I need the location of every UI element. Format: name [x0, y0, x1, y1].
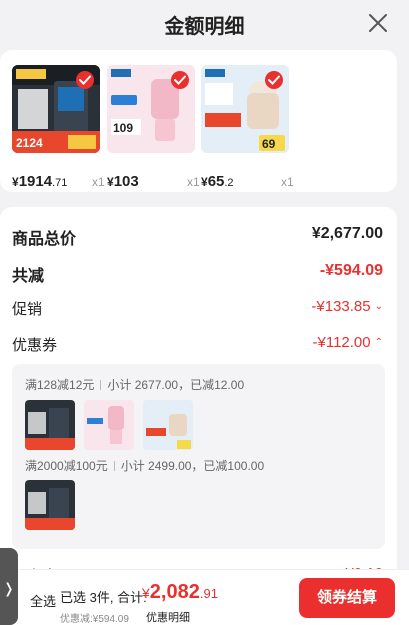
goods-total-row: 商品总价 ¥2,677.00: [12, 225, 383, 248]
product-promo-badge: 109: [113, 121, 133, 135]
product-card[interactable]: 2124 ¥1914.71 x1: [12, 65, 105, 190]
checkout-bar: 全选 已选 3件, 合计: ¥2,082.91 优惠减:¥594.09 优惠明细…: [0, 569, 409, 625]
sheet-header: 金额明细: [0, 0, 409, 50]
goods-total-label: 商品总价: [12, 231, 77, 248]
product-quantity: x1: [187, 175, 200, 189]
promo-label: 促销: [12, 301, 43, 318]
chevron-down-icon: ⌄: [374, 301, 383, 312]
selected-check-icon[interactable]: [76, 71, 94, 89]
coupon-item-thumbnail: [25, 480, 75, 530]
coupon-rule: 满128减12元 小计 2677.00，已减12.00: [25, 378, 245, 392]
product-card[interactable]: 69 ¥65.2 x1: [201, 65, 294, 190]
product-thumbnail: 2124: [12, 65, 100, 153]
selected-summary: 已选 3件, 合计:: [60, 590, 147, 605]
chevron-up-icon: ⌃: [374, 337, 383, 348]
selected-check-icon[interactable]: [265, 71, 283, 89]
product-price: ¥103: [107, 173, 139, 190]
product-price: ¥1914.71: [12, 173, 68, 190]
total-reduce-label: 共减: [12, 268, 45, 285]
chevron-right-icon: ❭: [3, 580, 15, 596]
total-reduce-row: 共减 -¥594.09: [12, 262, 383, 285]
product-quantity: x1: [92, 175, 105, 189]
goods-total-value: ¥2,677.00: [311, 225, 383, 242]
selected-check-icon[interactable]: [171, 71, 189, 89]
product-quantity: x1: [281, 175, 294, 189]
promo-row[interactable]: 促销 -¥133.85 ⌄: [12, 298, 383, 320]
coupon-value: -¥112.00 ⌃: [312, 334, 384, 351]
checkout-button[interactable]: 领券结算: [299, 578, 395, 618]
product-promo-badge: 69: [262, 137, 276, 151]
product-thumbnail: 109: [107, 65, 195, 153]
coupon-item-thumbnail: [143, 400, 193, 450]
product-thumbnail: 69: [201, 65, 289, 153]
discount-detail-link[interactable]: 优惠明细: [146, 609, 190, 625]
total-reduce-value: -¥594.09: [319, 262, 383, 279]
product-promo-badge: 2124: [16, 136, 43, 150]
product-card[interactable]: 109 ¥103 x1: [107, 65, 200, 190]
coupon-row[interactable]: 优惠券 -¥112.00 ⌃: [12, 334, 383, 356]
sheet-title: 金额明细: [164, 16, 245, 38]
close-icon[interactable]: [367, 12, 389, 34]
promo-value: -¥133.85 ⌄: [311, 298, 383, 315]
discount-summary: 优惠减:¥594.09: [60, 614, 129, 625]
product-price: ¥65.2: [201, 173, 234, 190]
coupon-item-thumbnail: [25, 400, 75, 450]
coupon-breakdown: 满128减12元 小计 2677.00，已减12.00 满2000减100元 小计 …: [12, 364, 385, 549]
select-all-label[interactable]: 全选: [30, 591, 56, 610]
side-drawer-tab[interactable]: ❭: [0, 548, 18, 625]
amount-detail-panel: 商品总价 ¥2,677.00 共减 -¥594.09 促销 -¥133.85 ⌄ …: [0, 207, 397, 625]
grand-total: ¥2,082.91: [142, 581, 218, 603]
coupon-rule: 满2000减100元 小计 2499.00，已减100.00: [25, 459, 265, 473]
coupon-label: 优惠券: [12, 337, 58, 354]
coupon-item-thumbnail: [84, 400, 134, 450]
product-strip: 2124 ¥1914.71 x1 109 ¥103 x1 69 ¥65.2 x1: [0, 50, 397, 192]
